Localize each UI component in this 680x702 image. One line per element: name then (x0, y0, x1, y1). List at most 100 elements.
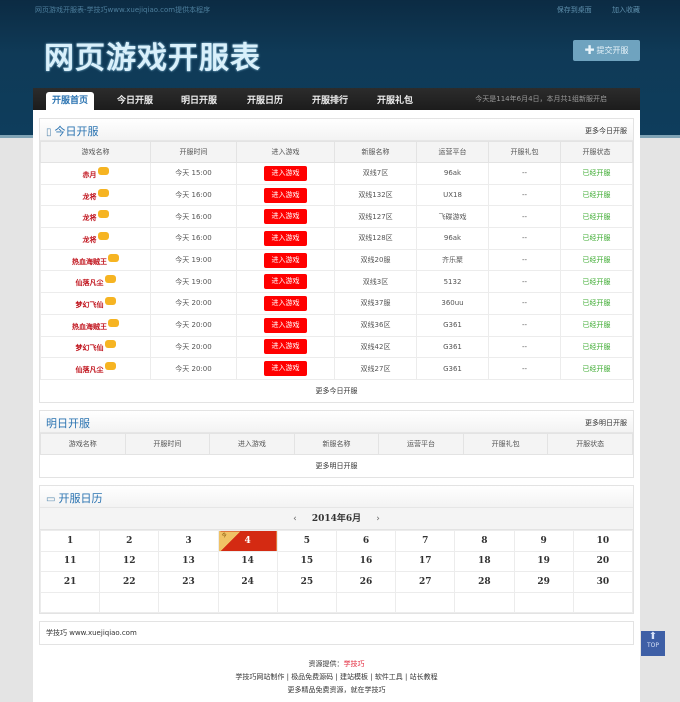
calendar-day[interactable]: 7 (395, 530, 456, 552)
tab-home[interactable]: 开服首页 (46, 92, 95, 110)
open-time: 今天 20:00 (150, 313, 237, 337)
calendar-day-today[interactable]: 今4 (217, 530, 278, 552)
calendar-day[interactable]: 5 (276, 530, 337, 552)
enter-game-button[interactable]: 进入游戏 (264, 339, 307, 355)
calendar-day[interactable]: 21 (39, 571, 101, 593)
footer-tagline: 更多精品免费资源，就在学技巧 (287, 686, 386, 694)
game-name-link[interactable]: 梦幻飞仙 (76, 344, 104, 352)
calendar-day[interactable]: 26 (335, 571, 397, 593)
table-row: 热血海贼王 今天 19:00 进入游戏 双线20服 齐乐聚 -- 已经开服 (40, 248, 633, 272)
back-to-top-button[interactable]: ⬆ TOP (641, 631, 665, 656)
calendar-day[interactable]: 8 (454, 530, 515, 552)
calendar-day[interactable]: 12 (99, 550, 160, 572)
calendar-day[interactable]: 20 (572, 550, 634, 572)
status-text: 已经开服 (560, 248, 633, 272)
server-name: 双线42区 (334, 335, 417, 359)
game-name-link[interactable]: 赤月 (83, 171, 97, 179)
footer-link[interactable]: 建站模板 (340, 673, 368, 681)
calendar-day[interactable]: 2 (99, 530, 160, 552)
enter-game-button[interactable]: 进入游戏 (264, 295, 307, 311)
prev-month-button[interactable]: ‹ (293, 514, 297, 524)
enter-game-button[interactable]: 进入游戏 (264, 209, 307, 225)
tab-tomorrow[interactable]: 明日开服 (181, 92, 217, 110)
open-time: 今天 16:00 (150, 183, 237, 207)
gift-pack: -- (488, 357, 561, 380)
calendar-day[interactable]: 18 (454, 550, 515, 572)
calendar-day[interactable]: 15 (276, 550, 337, 572)
calendar-day[interactable]: 10 (572, 530, 634, 552)
more-tomorrow-link[interactable]: 更多明日开服 (585, 418, 627, 428)
column-header: 进入游戏 (209, 433, 295, 455)
calendar-day[interactable]: 25 (276, 571, 337, 593)
game-name-link[interactable]: 热血海贼王 (72, 323, 107, 331)
calendar-day[interactable]: 27 (395, 571, 456, 593)
footer-link[interactable]: 极品免费源码 (291, 673, 333, 681)
footer-link[interactable]: 软件工具 (375, 673, 403, 681)
game-name-link[interactable]: 梦幻飞仙 (76, 301, 104, 309)
tab-ranking[interactable]: 开服排行 (312, 92, 348, 110)
footer-link[interactable]: 站长教程 (410, 673, 438, 681)
game-name-link[interactable]: 龙将 (83, 236, 97, 244)
calendar-day (217, 591, 278, 613)
enter-game-button[interactable]: 进入游戏 (264, 317, 307, 333)
enter-game-button[interactable]: 进入游戏 (264, 187, 307, 203)
calendar-day[interactable]: 24 (217, 571, 278, 593)
calendar-grid: 1 2 3 今 4 5 6 7 8 9 10 11 12 13 14 15 16 17 18 19 20 21 22 23 24… (39, 530, 634, 613)
more-today-footer-link[interactable]: 更多今日开服 (40, 380, 633, 402)
enter-game-button[interactable]: 进入游戏 (264, 274, 307, 290)
calendar-day[interactable]: 29 (513, 571, 574, 593)
enter-game-button[interactable]: 进入游戏 (264, 230, 307, 246)
calendar-day[interactable]: 13 (158, 550, 219, 572)
book-icon: ▯ (46, 127, 52, 138)
table-row: 龙将 今天 16:00 进入游戏 双线132区 UX18 -- 已经开服 (40, 183, 633, 207)
open-time: 今天 20:00 (150, 292, 237, 315)
column-header: 进入游戏 (236, 141, 335, 163)
enter-game-button[interactable]: 进入游戏 (264, 361, 307, 377)
source-link[interactable]: 学技巧 (344, 660, 365, 668)
calendar-week (39, 591, 634, 613)
calendar-day[interactable]: 11 (39, 550, 101, 572)
server-name: 双线7区 (334, 162, 417, 185)
enter-game-button[interactable]: 进入游戏 (264, 252, 307, 268)
status-text: 已经开服 (560, 357, 633, 380)
save-to-desktop-link[interactable]: 保存到桌面 (557, 6, 592, 14)
submit-server-button[interactable]: ✚ 提交开服 (573, 40, 640, 61)
table-row: 龙将 今天 16:00 进入游戏 双线128区 96ak -- 已经开服 (40, 227, 633, 250)
calendar-day[interactable]: 22 (99, 571, 160, 593)
game-name-link[interactable]: 龙将 (83, 193, 97, 201)
game-name-link[interactable]: 龙将 (83, 214, 97, 222)
more-tomorrow-footer-link[interactable]: 更多明日开服 (40, 455, 633, 477)
calendar-day[interactable]: 19 (513, 550, 574, 572)
more-today-link[interactable]: 更多今日开服 (585, 126, 627, 136)
separator: | (368, 673, 375, 681)
game-name-link[interactable]: 仙落凡尘 (76, 366, 104, 374)
column-header: 开服礼包 (462, 433, 549, 455)
source-credit: 资源提供：学技巧 (308, 660, 365, 668)
game-name-link[interactable]: 热血海贼王 (72, 258, 107, 266)
calendar-day[interactable]: 16 (335, 550, 397, 572)
calendar-day[interactable]: 17 (395, 550, 456, 572)
gift-icon (97, 188, 109, 197)
tab-today[interactable]: 今日开服 (117, 92, 153, 110)
table-row: 龙将 今天 16:00 进入游戏 双线127区 飞碟游戏 -- 已经开服 (40, 205, 633, 229)
table-row: 梦幻飞仙 今天 20:00 进入游戏 双线42区 G361 -- 已经开服 (40, 335, 633, 359)
calendar-day[interactable]: 28 (454, 571, 515, 593)
gift-icon (108, 253, 119, 262)
calendar-day[interactable]: 14 (217, 550, 278, 572)
game-name-link[interactable]: 仙落凡尘 (76, 279, 104, 287)
calendar-day[interactable]: 6 (335, 530, 397, 552)
tab-gifts[interactable]: 开服礼包 (377, 92, 413, 110)
calendar-day[interactable]: 30 (572, 571, 634, 593)
calendar-day[interactable]: 23 (158, 571, 219, 593)
next-month-button[interactable]: › (376, 514, 380, 524)
enter-game-button[interactable]: 进入游戏 (264, 165, 307, 181)
calendar-day (513, 591, 574, 613)
calendar-day[interactable]: 9 (513, 530, 574, 552)
add-favorite-link[interactable]: 加入收藏 (612, 6, 640, 14)
footer-link[interactable]: 学技巧网站制作 (235, 673, 284, 681)
calendar-day[interactable]: 3 (158, 530, 219, 552)
status-text: 已经开服 (560, 270, 633, 294)
calendar-day[interactable]: 1 (39, 530, 101, 552)
gift-pack: -- (488, 335, 561, 359)
tab-calendar[interactable]: 开服日历 (247, 92, 283, 110)
